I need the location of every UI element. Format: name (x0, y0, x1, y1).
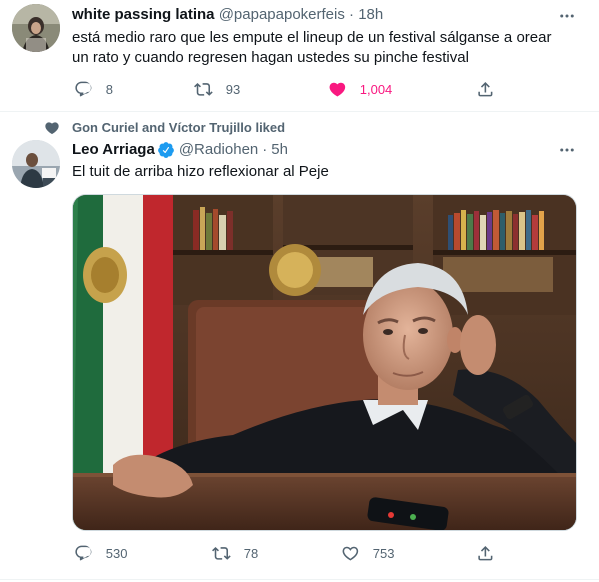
share-icon (478, 81, 493, 97)
heart-icon (45, 122, 59, 135)
share-button[interactable] (476, 77, 508, 101)
verified-badge-icon (157, 142, 174, 158)
tweet-photo[interactable] (72, 194, 577, 531)
reply-icon (75, 81, 92, 97)
separator: · (349, 6, 355, 23)
tweet-text: El tuit de arriba hizo reflexionar al Pe… (72, 163, 329, 180)
reply-button[interactable]: 8 (74, 77, 113, 101)
bottom-divider (0, 579, 599, 580)
handle[interactable]: @Radiohen (179, 140, 258, 160)
like-button[interactable]: 1,004 (328, 77, 392, 101)
tweet-1[interactable]: white passing latina @papapapokerfeis · … (0, 0, 599, 112)
like-count: 1,004 (359, 81, 393, 97)
tweet-actions: 8 93 1,004 (66, 77, 506, 101)
heart-outline-icon (342, 546, 359, 561)
more-options-button[interactable] (557, 140, 577, 160)
share-icon (478, 545, 493, 561)
share-button[interactable] (476, 541, 508, 565)
avatar[interactable] (12, 140, 60, 188)
avatar[interactable] (12, 4, 60, 52)
more-dots-icon (560, 148, 574, 152)
heart-icon (329, 82, 346, 97)
tweet-header: white passing latina @papapapokerfeis · … (72, 5, 383, 25)
retweet-icon (194, 82, 213, 96)
like-count: 753 (372, 545, 395, 561)
reply-count: 530 (105, 545, 128, 561)
reply-count: 8 (105, 81, 113, 97)
like-button[interactable]: 753 (341, 541, 394, 565)
retweet-icon (212, 546, 231, 560)
more-options-button[interactable] (557, 6, 577, 26)
display-name[interactable]: white passing latina (72, 6, 215, 23)
retweet-count: 78 (243, 545, 259, 561)
display-name[interactable]: Leo Arriaga (72, 140, 155, 160)
tweet-actions: 530 78 753 (66, 541, 506, 565)
tweet-header: Leo Arriaga @Radiohen · 5h (72, 140, 288, 160)
reply-icon (75, 545, 92, 561)
social-context[interactable]: Gon Curiel and Víctor Trujillo liked (72, 120, 285, 136)
retweet-button[interactable]: 93 (194, 77, 240, 101)
retweet-button[interactable]: 78 (212, 541, 258, 565)
timestamp[interactable]: 18h (358, 6, 383, 23)
reply-button[interactable]: 530 (74, 541, 127, 565)
more-dots-icon (560, 14, 574, 18)
photo-illustration (73, 195, 576, 530)
timestamp[interactable]: 5h (271, 140, 288, 160)
retweet-count: 93 (225, 81, 241, 97)
handle[interactable]: @papapapokerfeis (219, 6, 345, 23)
tweet-2[interactable]: Gon Curiel and Víctor Trujillo liked Leo… (0, 112, 599, 582)
separator: · (262, 141, 268, 158)
tweet-text: está medio raro que les empute el lineup… (72, 29, 552, 66)
